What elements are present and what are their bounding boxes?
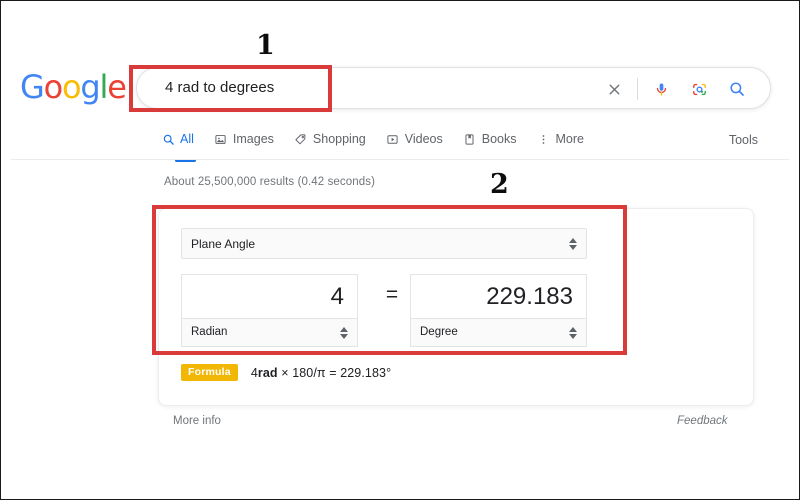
nav-divider [11, 159, 789, 160]
tab-shopping-label: Shopping [312, 132, 366, 146]
tab-videos-label: Videos [404, 132, 443, 146]
search-icon[interactable] [718, 68, 756, 110]
annotation-number-1: 1 [256, 30, 275, 61]
annotation-number-2: 2 [490, 169, 509, 200]
close-icon[interactable] [595, 68, 633, 110]
tab-all-label: All [180, 132, 194, 146]
tab-more[interactable]: More [536, 132, 584, 150]
search-divider [637, 78, 638, 100]
converter-from: 4 Radian [181, 274, 358, 347]
formula-badge: Formula [181, 364, 238, 381]
search-bar-actions [595, 68, 756, 110]
tab-all[interactable]: All [161, 132, 196, 162]
unit-converter-card: Plane Angle 4 Radian = 229.183 Degree Fo… [158, 208, 754, 406]
tools-button[interactable]: Tools [729, 133, 758, 147]
tab-images[interactable]: Images [214, 132, 274, 150]
equals-sign: = [385, 283, 399, 306]
logo-letter-o1: o [43, 68, 64, 106]
formula-rest: × 180/π = 229.183° [277, 365, 392, 380]
tab-videos[interactable]: Videos [386, 132, 443, 150]
google-search-results-page: Google 4 rad to degrees All Images Shopp… [0, 0, 800, 500]
google-logo[interactable]: Google [20, 68, 127, 106]
converter-row: 4 Radian = 229.183 Degree [181, 274, 587, 347]
microphone-icon[interactable] [642, 68, 680, 110]
formula-lead: 4 [250, 365, 258, 380]
book-icon [463, 132, 477, 146]
tab-images-label: Images [232, 132, 274, 146]
search-bar[interactable]: 4 rad to degrees [136, 67, 771, 109]
tag-icon [294, 132, 308, 146]
chevron-updown-icon [568, 326, 577, 340]
search-filter-tabs: All Images Shopping Videos Books More [161, 132, 584, 162]
logo-letter-e: e [107, 68, 127, 106]
chevron-updown-icon [568, 237, 577, 251]
converter-from-unit-label: Radian [191, 326, 228, 338]
tab-books-label: Books [481, 132, 517, 146]
converter-to-value[interactable]: 229.183 [410, 274, 587, 318]
video-icon [386, 132, 400, 146]
converter-to-unit-select[interactable]: Degree [410, 318, 587, 347]
search-icon [161, 132, 175, 146]
more-info-link[interactable]: More info [173, 415, 221, 427]
logo-letter-g2: g [80, 68, 100, 106]
formula-row: Formula 4rad × 180/π = 229.183° [181, 364, 391, 381]
formula-unit: rad [257, 365, 278, 380]
formula-expression: 4rad × 180/π = 229.183° [251, 366, 391, 380]
google-lens-icon[interactable] [680, 68, 718, 110]
result-stats: About 25,500,000 results (0.42 seconds) [164, 176, 376, 188]
chevron-updown-icon [339, 326, 348, 340]
feedback-link[interactable]: Feedback [677, 415, 728, 427]
tab-books[interactable]: Books [463, 132, 517, 150]
converter-category-select[interactable]: Plane Angle [181, 228, 587, 259]
logo-letter-o2: o [62, 68, 82, 106]
more-vertical-icon [536, 132, 550, 146]
search-input[interactable]: 4 rad to degrees [165, 79, 274, 96]
tab-more-label: More [555, 132, 584, 146]
converter-category-label: Plane Angle [191, 237, 256, 251]
converter-to-unit-label: Degree [420, 326, 458, 338]
tab-shopping[interactable]: Shopping [294, 132, 366, 150]
logo-letter-g: G [20, 68, 45, 106]
converter-to: 229.183 Degree [410, 274, 587, 347]
converter-from-unit-select[interactable]: Radian [181, 318, 358, 347]
converter-from-value[interactable]: 4 [181, 274, 358, 318]
image-icon [214, 132, 228, 146]
